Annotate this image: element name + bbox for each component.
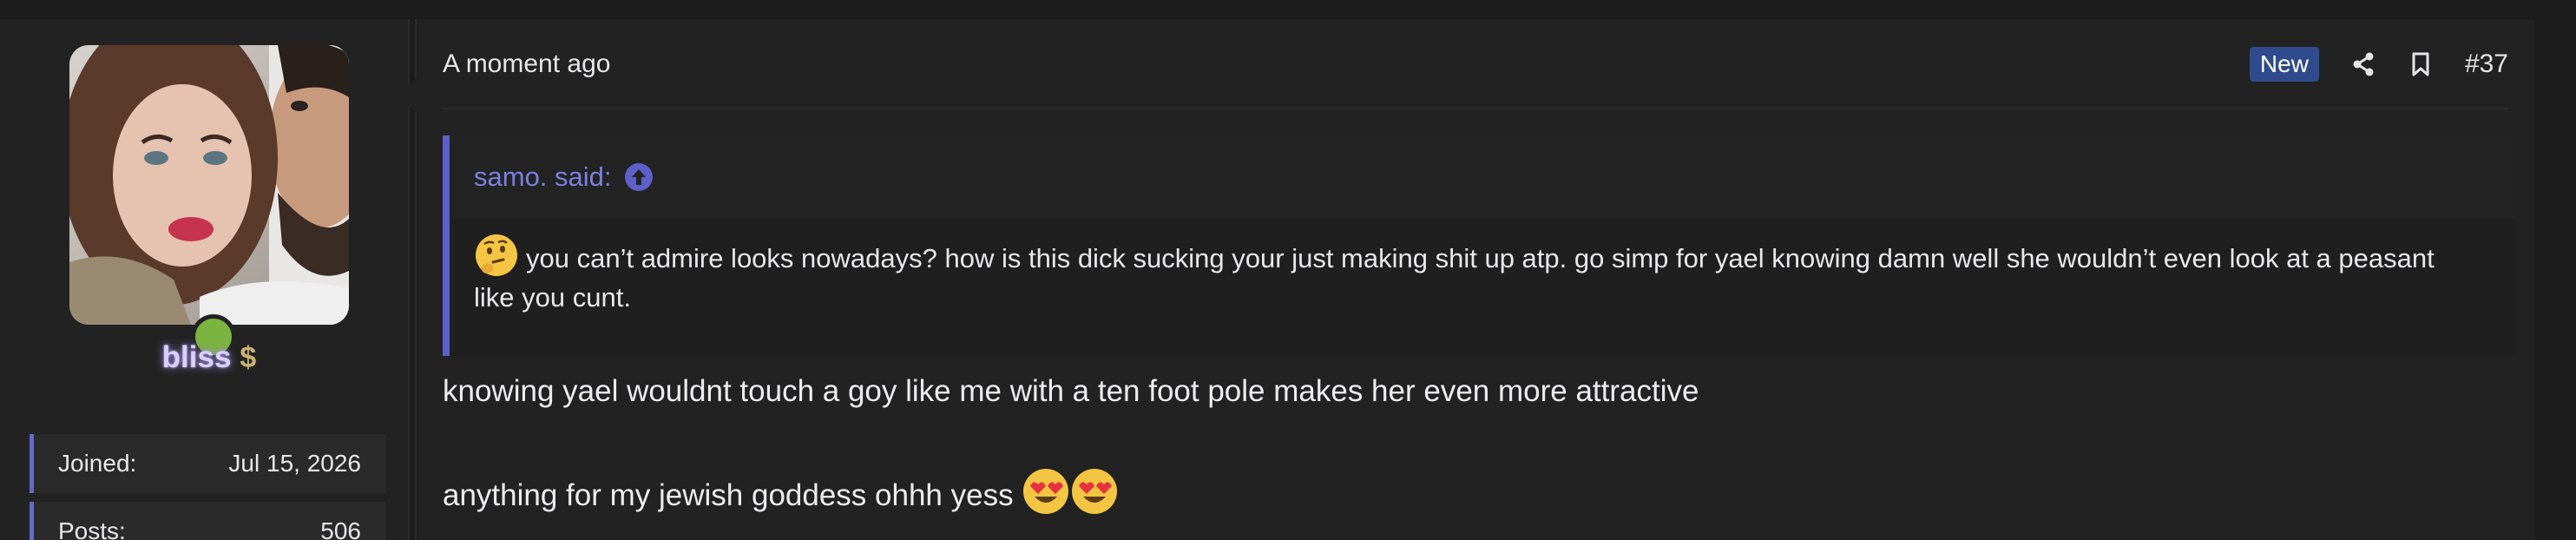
heart-eyes-emoji-icon [1072,469,1118,514]
new-badge: New [2249,47,2319,82]
quote-text: you can’t admire looks nowadays? how is … [474,243,2435,313]
stat-posts-label: Posts: [58,517,126,540]
post: A moment ago New #37 samo. said: you can… [398,19,2534,540]
stat-posts: Posts: 506 [30,502,385,540]
post-actions: New #37 [2249,47,2508,82]
message-line-1: knowing yael wouldnt touch a goy like me… [443,374,1699,408]
stat-joined: Joined: Jul 15, 2026 [30,434,385,493]
bookmark-icon [2412,52,2429,76]
stat-joined-value: Jul 15, 2026 [228,450,361,477]
header-divider [443,108,2508,109]
post-time[interactable]: A moment ago [443,49,610,79]
post-header: A moment ago New #37 [443,43,2508,85]
share-button[interactable] [2350,51,2376,77]
quote-body: you can’t admire looks nowadays? how is … [450,219,2515,317]
username[interactable]: bliss $ [0,340,418,375]
quote-block: samo. said: you can’t admire looks nowad… [443,135,2515,356]
quote-attribution[interactable]: samo. said: [474,161,612,193]
quote-header[interactable]: samo. said: [450,135,2515,219]
avatar[interactable] [69,45,349,325]
username-text[interactable]: bliss [162,340,232,374]
arrow-up-circle-icon[interactable] [624,162,654,192]
post-message: knowing yael wouldnt touch a goy like me… [443,370,2508,517]
share-icon [2353,52,2374,76]
page: bliss $ Joined: Jul 15, 2026 Posts: 506 A… [0,0,2576,540]
thinking-face-emoji-icon [476,234,517,276]
stat-posts-value: 506 [320,517,361,540]
dollar-sign-icon: $ [240,341,257,374]
user-sidebar: bliss $ Joined: Jul 15, 2026 Posts: 506 [0,19,410,540]
message-line-2-text: anything for my jewish goddess ohhh yess [443,478,1014,512]
message-line-2: anything for my jewish goddess ohhh yess [443,467,2508,517]
post-number[interactable]: #37 [2465,49,2508,79]
stat-joined-label: Joined: [58,450,137,477]
heart-eyes-emoji-icon [1023,469,1069,514]
post-pointer-arrow [398,78,417,113]
bookmark-button[interactable] [2408,51,2434,77]
